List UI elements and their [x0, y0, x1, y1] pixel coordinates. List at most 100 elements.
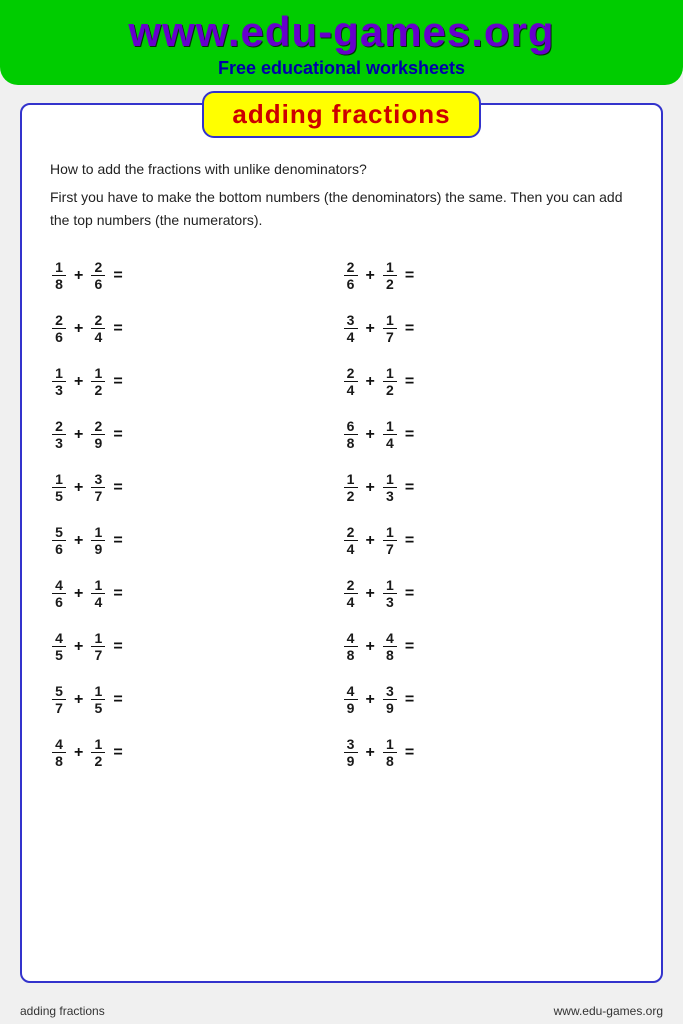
equals-sign: = [405, 373, 414, 391]
fraction: 12 [381, 365, 399, 398]
equals-sign: = [405, 532, 414, 550]
problem: 56 +19 = [50, 514, 342, 567]
plus-sign: + [366, 373, 375, 391]
equals-sign: = [405, 691, 414, 709]
fraction: 29 [89, 418, 107, 451]
fraction: 24 [89, 312, 107, 345]
fraction: 68 [342, 418, 360, 451]
problem: 34 +17 = [342, 302, 634, 355]
problem: 46+14= [50, 567, 342, 620]
fraction: 24 [342, 577, 360, 610]
fraction: 49 [342, 683, 360, 716]
problem: 45+17= [50, 620, 342, 673]
problem: 39 +18 = [342, 726, 634, 779]
problem: 26 +12 = [342, 249, 634, 302]
fraction: 26 [342, 259, 360, 292]
equals-sign: = [113, 532, 122, 550]
site-subtitle: Free educational worksheets [16, 58, 667, 79]
fraction: 26 [50, 312, 68, 345]
fraction: 17 [89, 630, 107, 663]
plus-sign: + [74, 638, 83, 656]
equals-sign: = [113, 691, 122, 709]
equals-sign: = [113, 267, 122, 285]
footer-right: www.edu-games.org [554, 1004, 663, 1018]
instruction-line-2: First you have to make the bottom number… [50, 186, 633, 231]
fraction: 45 [50, 630, 68, 663]
problem: 18 +26 = [50, 249, 342, 302]
fraction: 23 [50, 418, 68, 451]
fraction: 34 [342, 312, 360, 345]
fraction: 14 [381, 418, 399, 451]
equals-sign: = [113, 320, 122, 338]
problem: 23+29= [50, 408, 342, 461]
fraction: 13 [381, 577, 399, 610]
plus-sign: + [366, 691, 375, 709]
fraction: 24 [342, 524, 360, 557]
equals-sign: = [405, 638, 414, 656]
problem: 49 +39 = [342, 673, 634, 726]
plus-sign: + [74, 532, 83, 550]
plus-sign: + [366, 320, 375, 338]
equals-sign: = [405, 585, 414, 603]
fraction: 48 [50, 736, 68, 769]
problem: 13 +12 = [50, 355, 342, 408]
plus-sign: + [366, 744, 375, 762]
fraction: 15 [50, 471, 68, 504]
equals-sign: = [405, 479, 414, 497]
plus-sign: + [74, 744, 83, 762]
equals-sign: = [405, 320, 414, 338]
fraction: 18 [381, 736, 399, 769]
equals-sign: = [405, 744, 414, 762]
fraction: 15 [89, 683, 107, 716]
fraction: 57 [50, 683, 68, 716]
plus-sign: + [74, 373, 83, 391]
fraction: 13 [50, 365, 68, 398]
plus-sign: + [366, 638, 375, 656]
plus-sign: + [366, 267, 375, 285]
fraction: 17 [381, 312, 399, 345]
equals-sign: = [113, 479, 122, 497]
fraction: 48 [342, 630, 360, 663]
fraction: 26 [89, 259, 107, 292]
problem: 24 +12 = [342, 355, 634, 408]
problem: 15 +37 = [50, 461, 342, 514]
plus-sign: + [366, 426, 375, 444]
worksheet: adding fractions How to add the fraction… [20, 103, 663, 983]
fraction: 12 [342, 471, 360, 504]
fraction: 37 [89, 471, 107, 504]
plus-sign: + [366, 532, 375, 550]
fraction: 18 [50, 259, 68, 292]
plus-sign: + [74, 691, 83, 709]
fraction: 39 [381, 683, 399, 716]
fraction: 12 [89, 365, 107, 398]
fraction: 56 [50, 524, 68, 557]
equals-sign: = [113, 585, 122, 603]
fraction: 24 [342, 365, 360, 398]
equals-sign: = [113, 373, 122, 391]
fraction: 17 [381, 524, 399, 557]
equals-sign: = [405, 267, 414, 285]
footer: adding fractions www.edu-games.org [0, 998, 683, 1024]
problem: 24 +17 = [342, 514, 634, 567]
fraction: 19 [89, 524, 107, 557]
worksheet-title: adding fractions [202, 91, 480, 138]
fraction: 12 [381, 259, 399, 292]
plus-sign: + [74, 479, 83, 497]
site-title: www.edu-games.org [16, 8, 667, 56]
fraction: 39 [342, 736, 360, 769]
problem: 48 +12 = [50, 726, 342, 779]
header: www.edu-games.org Free educational works… [0, 0, 683, 85]
fraction: 48 [381, 630, 399, 663]
footer-left: adding fractions [20, 1004, 105, 1018]
instructions: How to add the fractions with unlike den… [50, 158, 633, 231]
problem: 48 +48 = [342, 620, 634, 673]
title-badge-wrap: adding fractions [50, 91, 633, 138]
instruction-line-1: How to add the fractions with unlike den… [50, 158, 633, 180]
equals-sign: = [113, 426, 122, 444]
fraction: 14 [89, 577, 107, 610]
fraction: 12 [89, 736, 107, 769]
equals-sign: = [113, 744, 122, 762]
plus-sign: + [74, 267, 83, 285]
plus-sign: + [74, 585, 83, 603]
problem: 26+24= [50, 302, 342, 355]
